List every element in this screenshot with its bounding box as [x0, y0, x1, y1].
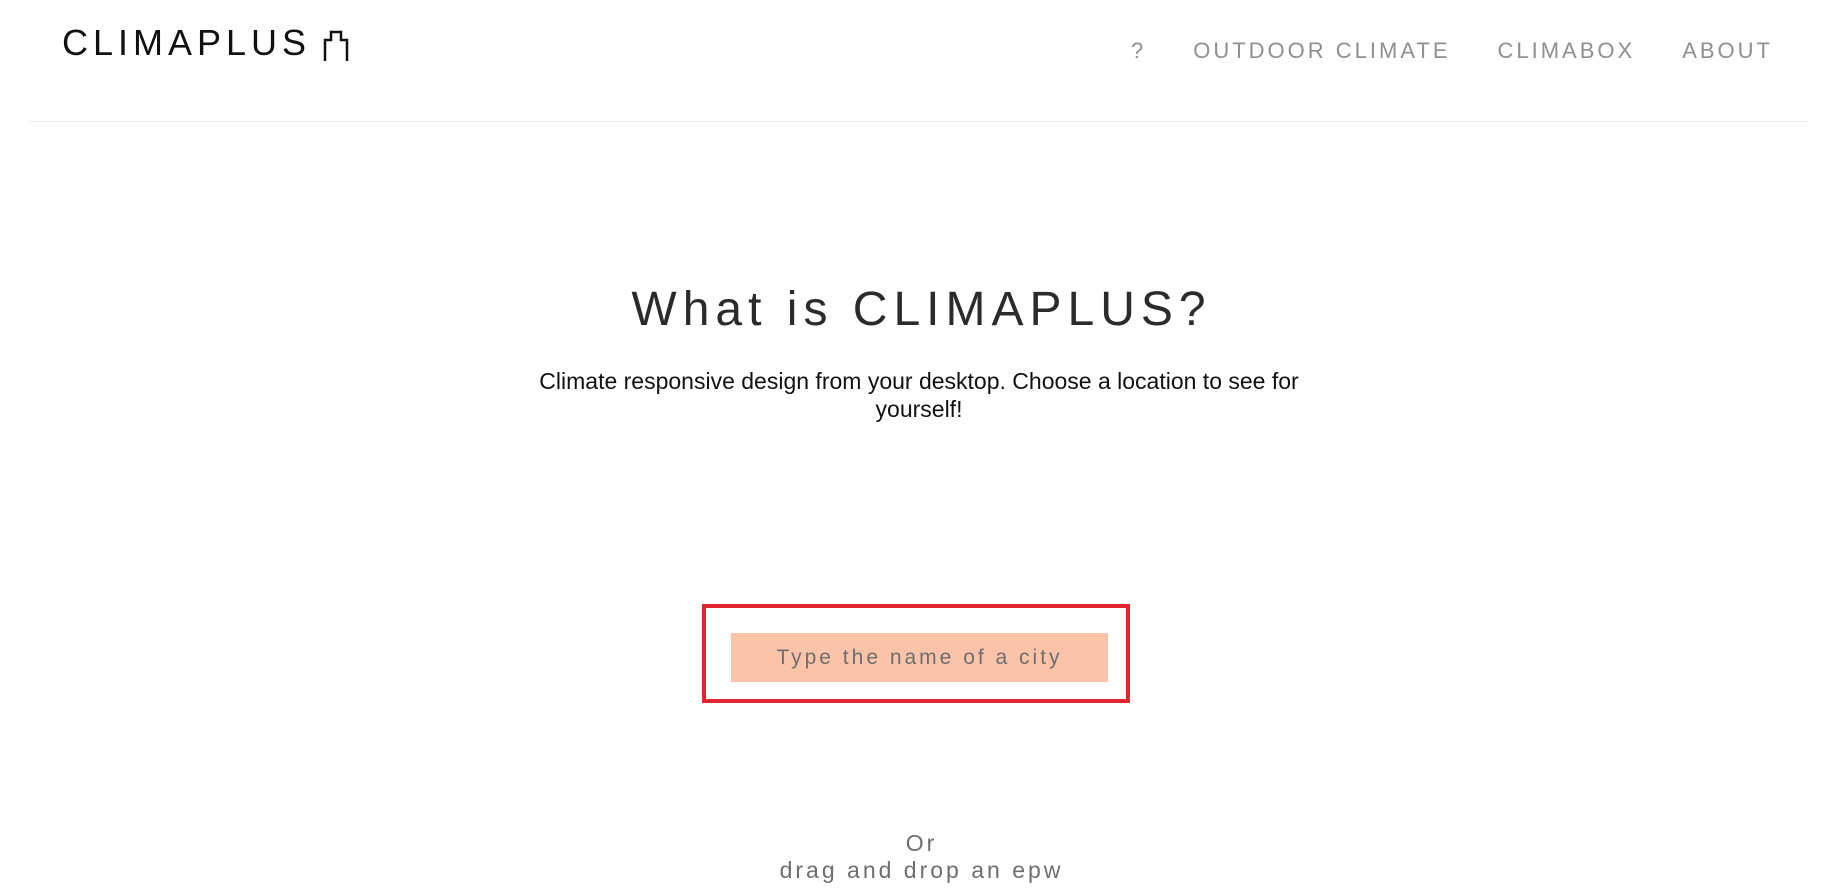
epw-drop-zone[interactable]: Or drag and drop an epw — [0, 830, 1843, 884]
intro-text: Climate responsive design from your desk… — [539, 368, 1299, 422]
main-nav: ? OUTDOOR CLIMATE CLIMABOX ABOUT — [1131, 38, 1773, 64]
nav-help-link[interactable]: ? — [1131, 38, 1146, 64]
header-divider — [29, 121, 1809, 122]
logo-text[interactable]: CLIMAPLUS — [62, 22, 311, 64]
page: CLIMAPLUS ? OUTDOOR CLIMATE CLIMABOX ABO… — [0, 0, 1843, 889]
nav-outdoor-climate-link[interactable]: OUTDOOR CLIMATE — [1193, 38, 1450, 64]
nav-climabox-link[interactable]: CLIMABOX — [1498, 38, 1636, 64]
building-outline-icon — [323, 27, 355, 61]
nav-about-link[interactable]: ABOUT — [1682, 38, 1773, 64]
logo[interactable]: CLIMAPLUS — [62, 22, 355, 64]
or-label: Or — [905, 830, 938, 856]
page-title: What is CLIMAPLUS? — [631, 283, 1212, 336]
drag-drop-epw-label: drag and drop an epw — [779, 857, 1064, 883]
city-search-input[interactable] — [731, 633, 1108, 682]
